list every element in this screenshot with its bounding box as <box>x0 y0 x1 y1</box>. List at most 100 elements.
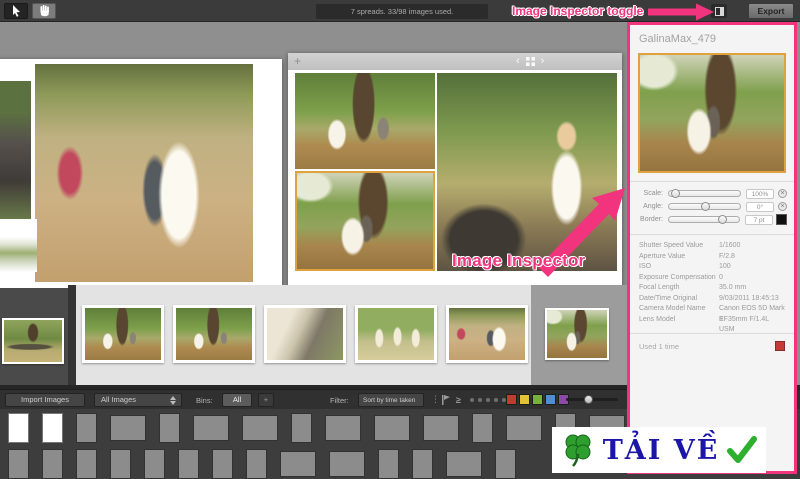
flag-filter-icon[interactable] <box>442 395 450 405</box>
library-thumbnail[interactable] <box>412 449 433 479</box>
inspector-slider-row: Border: 7 pt <box>630 213 794 226</box>
slider-value-field[interactable]: 100% <box>746 189 774 199</box>
exif-row: Focal Length 35.0 mm <box>639 283 785 294</box>
reset-icon[interactable]: × <box>778 202 787 211</box>
library-thumbnail[interactable] <box>110 449 131 479</box>
library-thumbnail[interactable] <box>159 413 180 443</box>
library-thumbnail[interactable] <box>8 413 29 443</box>
library-thumbnail[interactable] <box>329 451 365 477</box>
library-thumbnail[interactable] <box>495 449 516 479</box>
slider-handle[interactable] <box>671 189 680 198</box>
slider-knob[interactable] <box>584 395 593 404</box>
cursor-tool-button[interactable] <box>4 3 28 19</box>
spread-page-left[interactable] <box>0 59 282 300</box>
prev-spread-icon[interactable]: ‹ <box>516 55 520 67</box>
filmstrip-thumbnail[interactable] <box>446 305 528 363</box>
library-thumbnail[interactable] <box>506 415 542 441</box>
annotation-inspector-label: Image Inspector <box>452 251 585 271</box>
more-options-icon[interactable]: ⋮ <box>431 394 440 405</box>
inspector-photo-preview[interactable] <box>638 53 786 173</box>
photo-first-kiss-selected[interactable] <box>295 171 435 271</box>
sort-select[interactable]: Sort by time taken <box>358 393 424 407</box>
rating-dot[interactable] <box>470 398 474 402</box>
library-thumbnail[interactable] <box>193 415 229 441</box>
slider-value-field[interactable]: 0° <box>746 202 774 212</box>
color-label-chip[interactable] <box>532 394 543 405</box>
library-thumbnail[interactable] <box>178 449 199 479</box>
library-thumbnail[interactable] <box>291 413 312 443</box>
exif-label: Shutter Speed Value <box>639 241 719 252</box>
exif-value: 1/1600 <box>719 241 785 252</box>
photo-groomsman[interactable] <box>0 81 31 220</box>
spread-window-header[interactable]: + ‹ › <box>288 53 622 70</box>
library-thumbnail[interactable] <box>8 449 29 479</box>
rating-operator-icon[interactable]: ≥ <box>456 395 461 405</box>
import-images-button[interactable]: Import Images <box>5 393 85 407</box>
rating-dot[interactable] <box>478 398 482 402</box>
library-thumbnail[interactable] <box>212 449 233 479</box>
library-thumbnail[interactable] <box>76 413 97 443</box>
rating-dot[interactable] <box>494 398 498 402</box>
image-filename: GalinaMax_479 <box>639 33 794 45</box>
library-thumbnail[interactable] <box>378 449 399 479</box>
thumbnail-size-slider[interactable] <box>566 398 618 401</box>
checkmark-icon <box>727 436 757 464</box>
images-filter-select[interactable]: All Images <box>94 393 182 407</box>
photo-ceremony[interactable] <box>295 73 435 169</box>
library-thumbnail[interactable] <box>472 413 493 443</box>
photo-small-corner[interactable] <box>0 219 37 272</box>
filmstrip-thumbnail[interactable] <box>264 305 346 363</box>
library-thumbnail[interactable] <box>246 449 267 479</box>
export-button[interactable]: Export <box>748 3 794 19</box>
add-spread-button[interactable]: + <box>294 54 301 68</box>
next-spread-icon[interactable]: › <box>541 55 545 67</box>
bins-all-button[interactable]: All <box>222 393 252 407</box>
filmstrip[interactable] <box>76 285 531 385</box>
color-label-chip[interactable] <box>506 394 517 405</box>
exif-value: EF35mm F/1.4L USM <box>719 315 785 326</box>
library-thumbnail[interactable] <box>446 451 482 477</box>
library-thumbnail[interactable] <box>242 415 278 441</box>
library-thumbnail[interactable] <box>110 415 146 441</box>
rating-dot[interactable] <box>486 398 490 402</box>
slider-track[interactable] <box>668 203 741 210</box>
border-color-swatch[interactable] <box>776 214 787 225</box>
library-thumbnail[interactable] <box>374 415 410 441</box>
slider-track[interactable] <box>668 216 740 223</box>
library-thumbnail[interactable] <box>325 415 361 441</box>
rating-dots-filter[interactable] <box>470 398 506 402</box>
slider-handle[interactable] <box>701 202 710 211</box>
add-bin-button[interactable]: + <box>258 393 274 407</box>
slider-value-field[interactable]: 7 pt <box>745 215 773 225</box>
filmstrip-thumbnail[interactable] <box>82 305 164 363</box>
cursor-icon <box>12 5 21 17</box>
library-thumbnail[interactable] <box>76 449 97 479</box>
filmstrip-thumbnail[interactable] <box>173 305 255 363</box>
slider-handle[interactable] <box>718 215 727 224</box>
library-thumbnail[interactable] <box>280 451 316 477</box>
exif-label: Focal Length <box>639 283 719 294</box>
photo-bride-father-aisle[interactable] <box>35 64 253 282</box>
thumbnail-photo <box>449 308 525 360</box>
filmstrip-side-panel <box>0 288 68 385</box>
usage-color-swatch[interactable] <box>775 341 785 351</box>
library-thumbnail[interactable] <box>423 415 459 441</box>
filmstrip-thumbnail[interactable] <box>355 305 437 363</box>
exif-value: 100 <box>719 262 785 273</box>
inspector-slider-row: Scale: 100% × <box>630 187 794 200</box>
exif-row: Aperture Value F/2.8 <box>639 252 785 263</box>
spread-grid-icon[interactable] <box>526 57 535 66</box>
filmstrip-thumbnail[interactable] <box>545 308 609 360</box>
filmstrip-thumbnail[interactable] <box>2 318 64 364</box>
library-thumbnail[interactable] <box>144 449 165 479</box>
color-label-chip[interactable] <box>519 394 530 405</box>
exif-value: 35.0 mm <box>719 283 785 294</box>
color-label-chip[interactable] <box>545 394 556 405</box>
library-thumbnail[interactable] <box>42 449 63 479</box>
slider-track[interactable] <box>668 190 741 197</box>
color-label-filter[interactable] <box>506 394 569 405</box>
thumbnail-photo <box>358 308 434 360</box>
library-thumbnail[interactable] <box>42 413 63 443</box>
reset-icon[interactable]: × <box>778 189 787 198</box>
hand-tool-button[interactable] <box>32 3 56 19</box>
